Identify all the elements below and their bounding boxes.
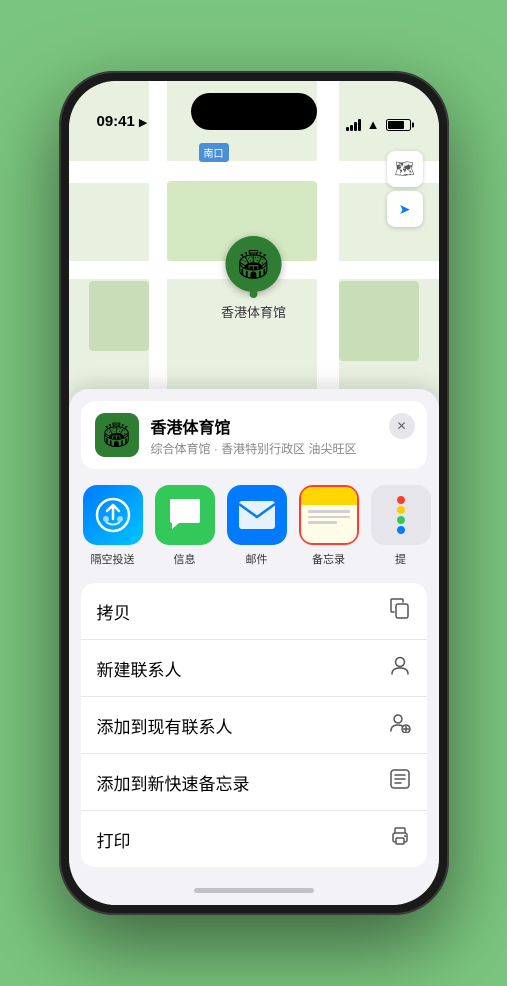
notes-label: 备忘录 xyxy=(312,551,345,567)
message-icon xyxy=(155,485,215,545)
dot-yellow xyxy=(397,506,405,514)
location-subtitle: 综合体育馆 · 香港特别行政区 油尖旺区 xyxy=(151,440,413,457)
close-button[interactable]: ✕ xyxy=(389,413,415,439)
location-icon: ▶ xyxy=(139,116,147,129)
share-item-airdrop[interactable]: 隔空投送 xyxy=(83,485,143,567)
map-label: 南口 xyxy=(199,143,229,162)
map-location-button[interactable]: ➤ xyxy=(387,191,423,227)
print-label: 打印 xyxy=(97,827,131,852)
action-add-contact[interactable]: 添加到现有联系人 xyxy=(81,697,427,754)
share-row: 隔空投送 信息 xyxy=(69,469,439,575)
new-contact-label: 新建联系人 xyxy=(97,656,182,681)
phone-frame: 09:41 ▶ ▲ xyxy=(59,71,449,915)
pin-circle: 🏟 xyxy=(225,236,281,292)
copy-icon xyxy=(389,597,411,625)
bottom-sheet: 🏟 香港体育馆 综合体育馆 · 香港特别行政区 油尖旺区 ✕ xyxy=(69,389,439,905)
home-bar xyxy=(194,888,314,893)
pin-label: 香港体育馆 xyxy=(221,302,286,321)
signal-bar-3 xyxy=(354,122,357,131)
action-copy[interactable]: 拷贝 xyxy=(81,583,427,640)
pin-icon: 🏟 xyxy=(236,248,272,281)
status-time: 09:41 xyxy=(97,113,135,132)
map-road-h xyxy=(69,161,439,183)
signal-bar-4 xyxy=(358,119,361,131)
airdrop-icon xyxy=(83,485,143,545)
add-contact-label: 添加到现有联系人 xyxy=(97,713,233,738)
map-block-2 xyxy=(89,281,149,351)
action-list: 拷贝 新建联系人 xyxy=(81,583,427,867)
action-new-contact[interactable]: 新建联系人 xyxy=(81,640,427,697)
new-contact-icon xyxy=(389,654,411,682)
copy-label: 拷贝 xyxy=(97,599,131,624)
more-label: 提 xyxy=(395,551,406,567)
share-item-mail[interactable]: 邮件 xyxy=(227,485,287,567)
share-item-more[interactable]: 提 xyxy=(371,485,431,567)
share-item-message[interactable]: 信息 xyxy=(155,485,215,567)
map-block-3 xyxy=(339,281,419,361)
status-icons: ▲ xyxy=(346,117,411,132)
dot-blue xyxy=(397,526,405,534)
mail-icon xyxy=(227,485,287,545)
quick-note-label: 添加到新快速备忘录 xyxy=(97,770,250,795)
more-dots xyxy=(397,496,405,534)
phone-screen: 09:41 ▶ ▲ xyxy=(69,81,439,905)
dot-green xyxy=(397,516,405,524)
signal-bar-2 xyxy=(350,125,353,131)
signal-bar-1 xyxy=(346,127,349,131)
share-item-notes[interactable]: 备忘录 xyxy=(299,485,359,567)
stadium-pin: 🏟 香港体育馆 xyxy=(221,236,286,321)
battery-fill xyxy=(388,121,405,129)
action-print[interactable]: 打印 xyxy=(81,811,427,867)
quick-note-icon xyxy=(389,768,411,796)
action-quick-note[interactable]: 添加到新快速备忘录 xyxy=(81,754,427,811)
mail-label: 邮件 xyxy=(246,551,268,567)
message-label: 信息 xyxy=(174,551,196,567)
battery-icon xyxy=(386,119,411,131)
wifi-icon: ▲ xyxy=(367,117,380,132)
more-icon-wrap xyxy=(371,485,431,545)
print-icon xyxy=(389,825,411,853)
dynamic-island xyxy=(191,93,317,130)
location-name: 香港体育馆 xyxy=(151,414,413,438)
map-controls: 🗺 ➤ xyxy=(387,151,423,227)
dot-red xyxy=(397,496,405,504)
signal-bars xyxy=(346,119,361,131)
location-info: 香港体育馆 综合体育馆 · 香港特别行政区 油尖旺区 xyxy=(151,414,413,457)
map-layers-button[interactable]: 🗺 xyxy=(387,151,423,187)
home-indicator xyxy=(69,875,439,905)
airdrop-label: 隔空投送 xyxy=(91,551,135,567)
location-venue-icon: 🏟 xyxy=(95,413,139,457)
location-card: 🏟 香港体育馆 综合体育馆 · 香港特别行政区 油尖旺区 ✕ xyxy=(81,401,427,469)
add-contact-icon xyxy=(389,711,411,739)
notes-icon-wrap xyxy=(299,485,359,545)
